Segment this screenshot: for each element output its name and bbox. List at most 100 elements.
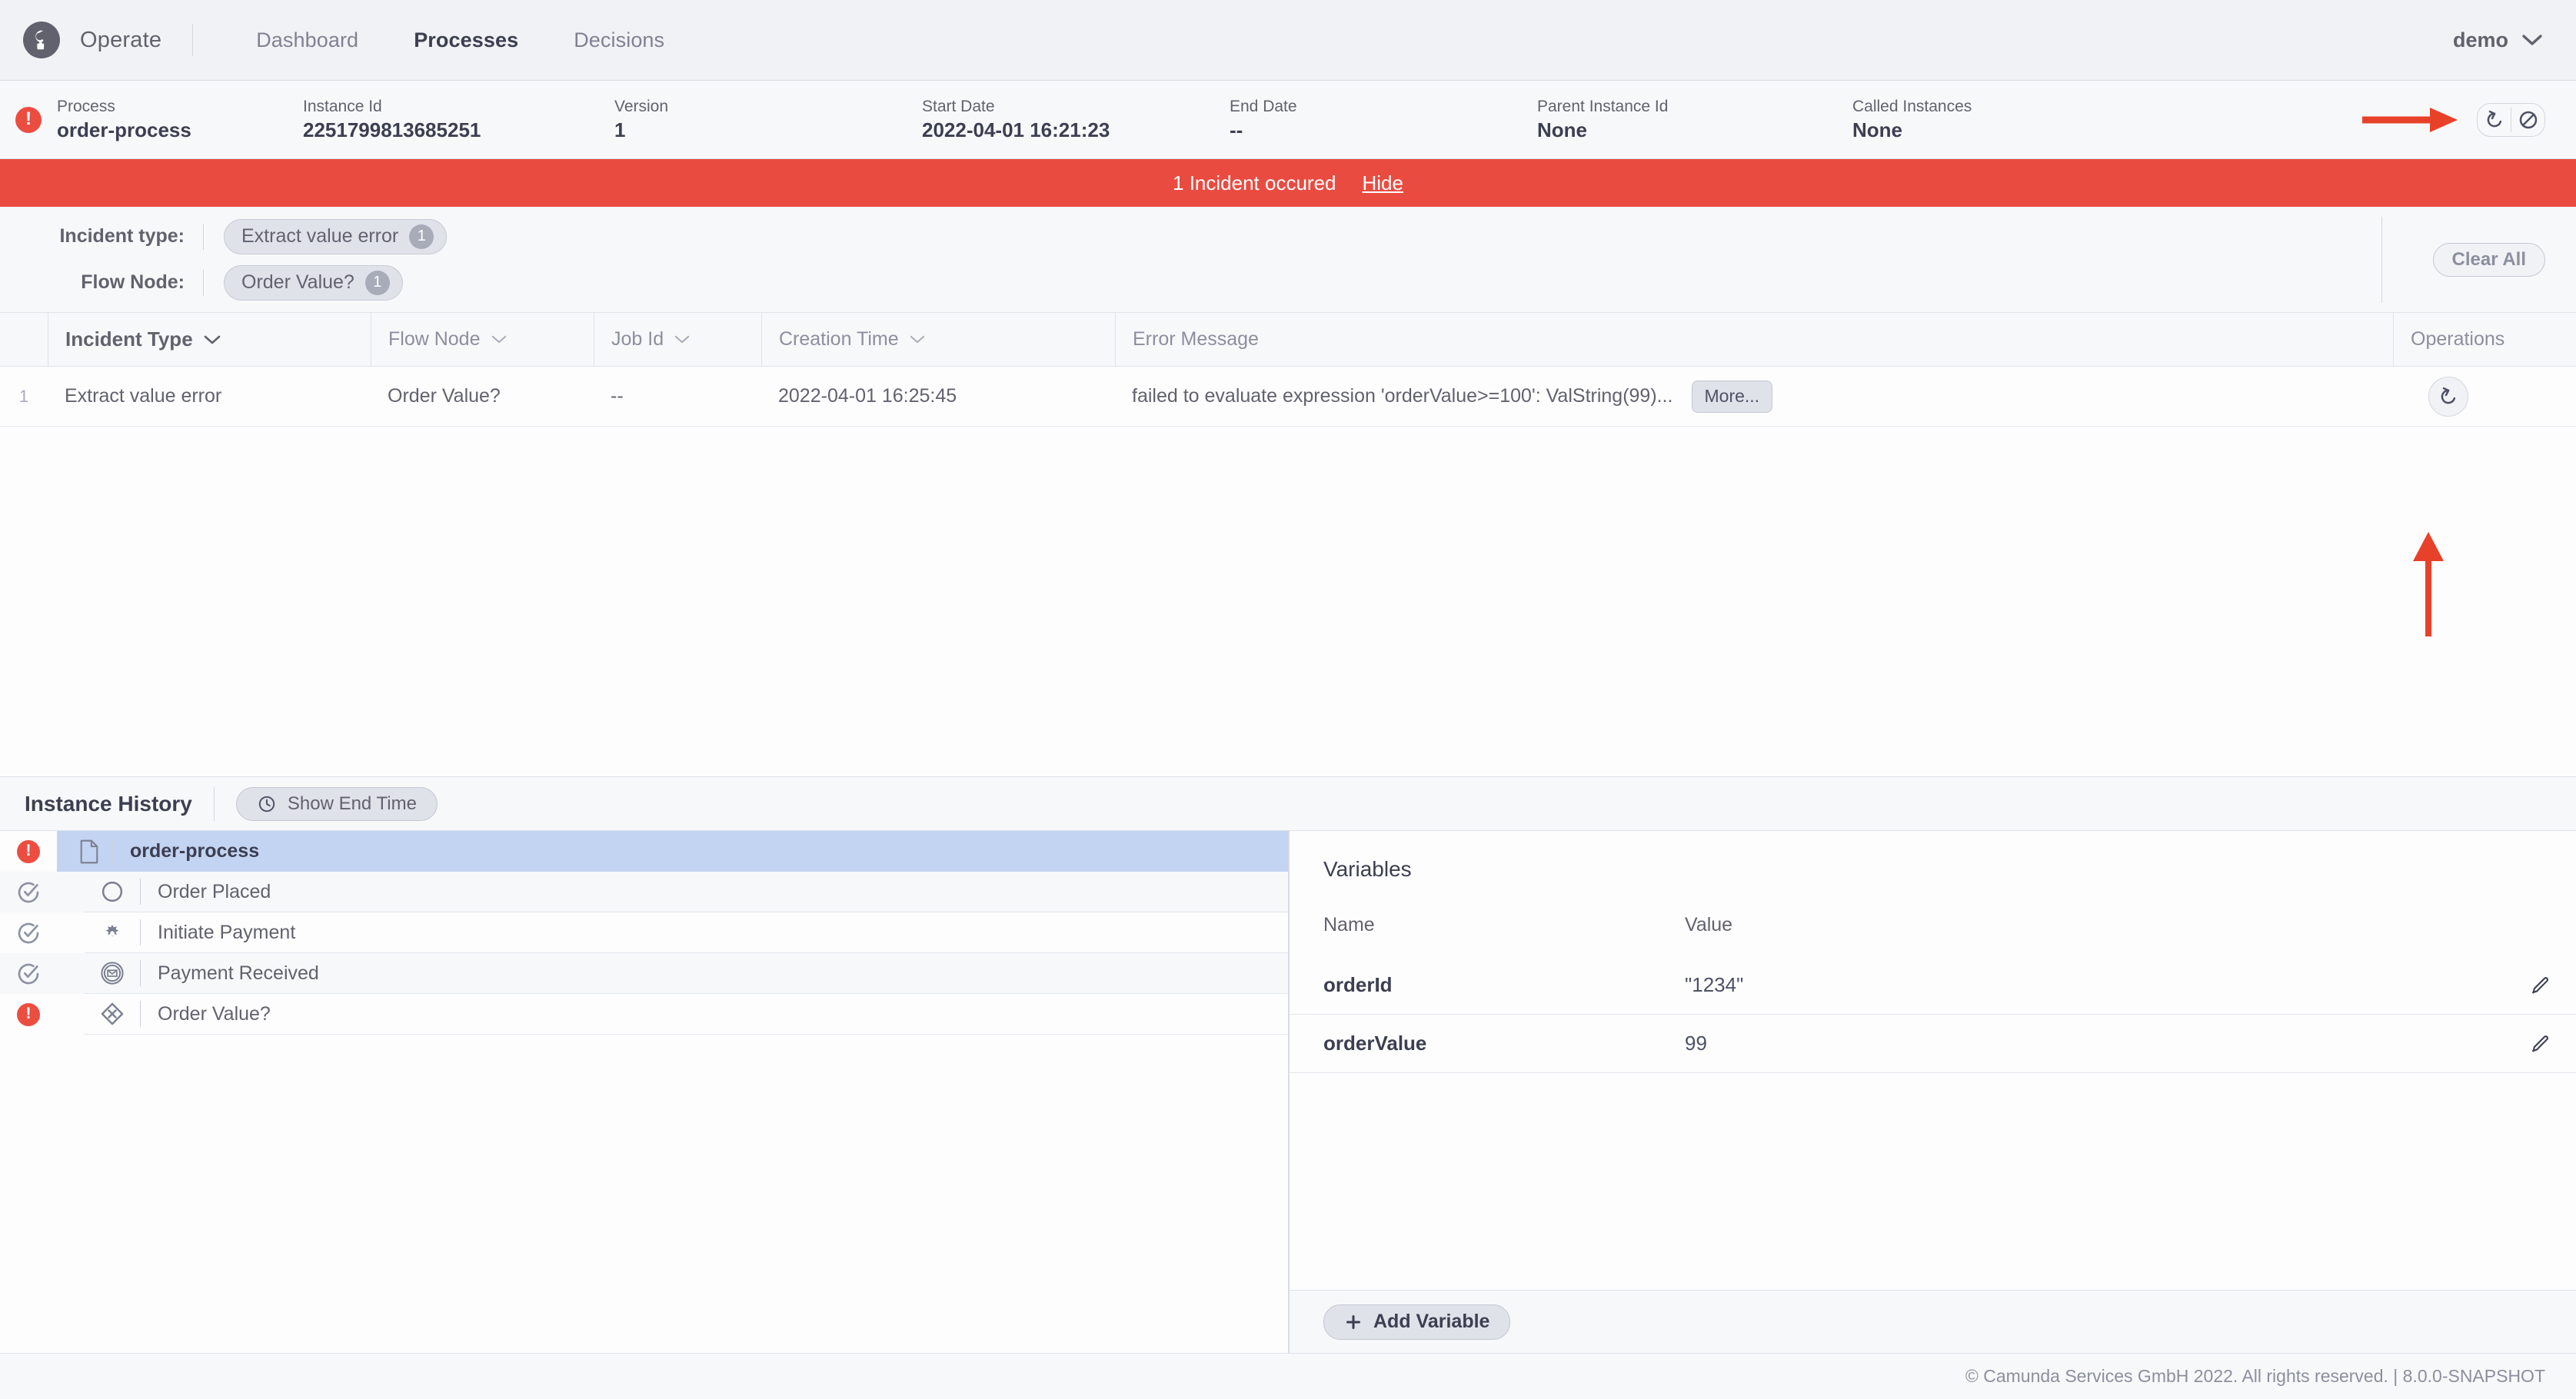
retry-icon — [2441, 387, 2456, 404]
filter-separator — [203, 223, 204, 250]
nav-link-dashboard[interactable]: Dashboard — [228, 28, 386, 52]
column-header-incident-type[interactable]: Incident Type — [48, 313, 371, 366]
edit-variable-button[interactable] — [2530, 1033, 2551, 1055]
filter-row-incident-type: Incident type: Extract value error 1 — [34, 218, 448, 254]
header-separator — [213, 786, 215, 821]
instance-header: ! Process order-process Instance Id 2251… — [0, 81, 2576, 159]
header-field-called-instances: Called Instances None — [1852, 98, 2106, 142]
history-row-label: order-process — [130, 840, 260, 862]
variable-row-orderValue: orderValue 99 — [1290, 1015, 2576, 1073]
header-field-start-date: Start Date 2022-04-01 16:21:23 — [922, 98, 1230, 142]
header-label-process: Process — [57, 97, 115, 115]
column-header-label: Error Message — [1133, 328, 1259, 350]
history-row-order-value[interactable]: ! Order Value? — [0, 994, 1288, 1035]
history-row-payment-received[interactable]: Payment Received — [0, 953, 1288, 994]
history-row-order-placed[interactable]: Order Placed — [0, 872, 1288, 912]
cancel-circle-slash-icon — [2519, 111, 2537, 128]
check-circle-icon — [18, 882, 39, 902]
cell-incident-type: Extract value error — [65, 385, 222, 407]
state-icon-completed — [0, 921, 57, 945]
chevron-down-icon — [674, 335, 690, 344]
incidents-table-header: Incident Type Flow Node Job Id Creation … — [0, 313, 2576, 367]
column-header-value: Value — [1685, 914, 1733, 935]
header-label-parent-instance-id: Parent Instance Id — [1537, 97, 1669, 115]
chevron-down-icon — [910, 335, 924, 344]
history-row-order-process[interactable]: ! order-process — [0, 831, 1288, 872]
history-row-initiate-payment[interactable]: Initiate Payment — [0, 912, 1288, 953]
edit-variable-button[interactable] — [2530, 975, 2551, 996]
message-event-icon — [85, 961, 140, 985]
filter-pill-count: 1 — [409, 224, 434, 249]
cancel-instance-button[interactable] — [2511, 104, 2544, 136]
column-header-creation-time[interactable]: Creation Time — [761, 313, 1115, 366]
header-label-start-date: Start Date — [922, 97, 995, 115]
history-row-label: Initiate Payment — [158, 921, 296, 943]
arrow-up-annotation — [2413, 532, 2444, 636]
service-task-gear-icon — [85, 922, 140, 943]
header-field-end-date: End Date -- — [1230, 98, 1537, 142]
header-label-called-instances: Called Instances — [1852, 97, 1972, 115]
header-value-process: order-process — [57, 118, 191, 141]
variable-row-orderId: orderId "1234" — [1290, 956, 2576, 1015]
chevron-down-icon — [491, 335, 506, 344]
nav-link-processes[interactable]: Processes — [386, 28, 546, 52]
more-button[interactable]: More... — [1691, 380, 1773, 413]
clock-icon — [258, 796, 275, 812]
instance-history-tree: ! order-process Order Placed Initiate Pa… — [0, 831, 1288, 1353]
brand-area[interactable]: Operate — [23, 22, 188, 58]
column-header-error-message: Error Message — [1115, 313, 2393, 366]
header-value-called-instances: None — [1852, 118, 1902, 141]
show-end-time-label: Show End Time — [287, 793, 417, 814]
column-header-flow-node[interactable]: Flow Node — [371, 313, 594, 366]
plus-icon — [1346, 1314, 1360, 1329]
add-variable-button[interactable]: Add Variable — [1323, 1304, 1511, 1340]
variables-column-headers: Name Value — [1290, 882, 2576, 936]
variable-value: "1234" — [1685, 973, 1744, 996]
table-empty-area — [0, 427, 2576, 776]
incidents-table: Incident Type Flow Node Job Id Creation … — [0, 313, 2576, 776]
state-icon-incident: ! — [0, 839, 57, 863]
header-label-end-date: End Date — [1230, 97, 1297, 115]
header-value-parent-instance-id: None — [1537, 118, 1587, 141]
history-icon-separator — [140, 960, 141, 986]
nav-divider — [192, 24, 194, 56]
exclusive-gateway-icon — [85, 1002, 140, 1026]
process-document-icon — [57, 839, 112, 864]
page-title: Instance History — [25, 791, 192, 816]
retry-incident-button[interactable] — [2428, 376, 2468, 417]
copyright-text: © Camunda Services GmbH 2022. All rights… — [1965, 1366, 2545, 1386]
variables-panel: Variables Name Value orderId "1234" orde… — [1290, 831, 2576, 1353]
state-icon-completed — [0, 962, 57, 986]
header-field-parent-instance-id: Parent Instance Id None — [1537, 98, 1852, 142]
history-row-label: Order Value? — [158, 1002, 271, 1025]
retry-instance-button[interactable] — [2478, 104, 2511, 136]
nav-link-decisions[interactable]: Decisions — [546, 28, 692, 52]
incident-banner-hide-link[interactable]: Hide — [1362, 171, 1403, 195]
cell-index: 1 — [18, 386, 29, 406]
column-header-operations: Operations — [2393, 313, 2576, 366]
table-row[interactable]: 1 Extract value error Order Value? -- 20… — [0, 367, 2576, 427]
header-value-start-date: 2022-04-01 16:21:23 — [922, 118, 1110, 141]
variables-list: orderId "1234" orderValue 99 — [1290, 956, 2576, 1073]
filter-pill-order-value[interactable]: Order Value? 1 — [224, 264, 403, 301]
cell-operations — [2393, 367, 2576, 426]
header-field-instance-id: Instance Id 2251799813685251 — [303, 98, 614, 142]
add-variable-label: Add Variable — [1373, 1311, 1490, 1332]
app-footer: © Camunda Services GmbH 2022. All rights… — [0, 1353, 2576, 1399]
history-row-label: Payment Received — [158, 962, 319, 984]
filter-pill-extract-value-error[interactable]: Extract value error 1 — [224, 218, 448, 254]
user-menu[interactable]: demo — [2453, 28, 2542, 52]
bottom-panel: Instance History Show End Time ! order-p… — [0, 776, 2576, 1353]
clear-all-button[interactable]: Clear All — [2432, 242, 2545, 277]
error-message-text: failed to evaluate expression 'orderValu… — [1132, 385, 1673, 407]
incident-banner-text: 1 Incident occured — [1173, 171, 1336, 194]
brand-name: Operate — [80, 27, 162, 52]
show-end-time-button[interactable]: Show End Time — [235, 786, 438, 821]
cell-job-id: -- — [611, 385, 624, 407]
column-header-job-id[interactable]: Job Id — [594, 313, 761, 366]
state-icon-incident: ! — [0, 1002, 57, 1026]
user-name: demo — [2452, 28, 2508, 52]
header-value-end-date: -- — [1230, 118, 1243, 141]
history-row-label: Order Placed — [158, 880, 271, 902]
variables-title: Variables — [1323, 857, 1412, 881]
